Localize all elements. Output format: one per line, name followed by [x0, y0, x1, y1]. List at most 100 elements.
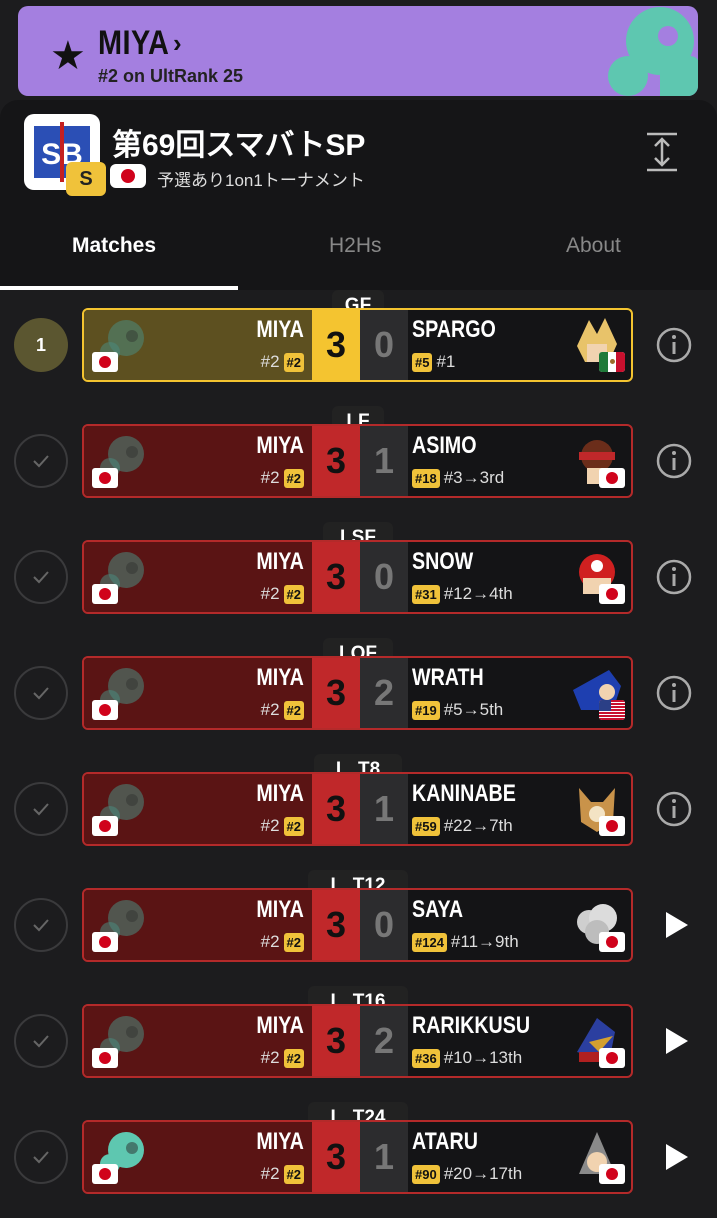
player2-seed: #31 #12→4th [412, 584, 513, 604]
seed-badge: #59 [412, 816, 440, 836]
completed-check-icon [14, 550, 68, 604]
player1-name: MIYA [256, 316, 304, 343]
info-icon[interactable] [656, 327, 692, 363]
player1-rank: #2 [260, 584, 280, 603]
opponent-flag-icon [599, 700, 625, 720]
match-card[interactable]: MIYA #2 #2 3 0 SAYA #124 #11→9th [82, 888, 633, 962]
player2-score: 1 [360, 774, 408, 844]
tab-about[interactable]: About [566, 234, 621, 258]
match-row[interactable]: LSF MIYA #2 #2 3 0 SNOW #31 #12→4th [0, 522, 717, 638]
info-icon[interactable] [656, 675, 692, 711]
player2-seed: #90 #20→17th [412, 1164, 522, 1184]
player1-rank: #2 [260, 1164, 280, 1183]
player2-result: #3→3rd [443, 468, 505, 487]
player2-seed: #59 #22→7th [412, 816, 513, 836]
seed-badge: #36 [412, 1048, 440, 1068]
match-card[interactable]: MIYA #2 #2 3 2 RARIKKUSU #36 #10→13th [82, 1004, 633, 1078]
chevron-right-icon: › [173, 28, 182, 58]
tab-h2hs[interactable]: H2Hs [329, 234, 382, 258]
match-row[interactable]: L. T24 MIYA #2 #2 3 1 ATARU #90 #20→17th [0, 1102, 717, 1218]
japan-flag-icon [92, 352, 118, 372]
player1-panel: MIYA #2 #2 [84, 1122, 312, 1192]
player2-name: KANINABE [412, 780, 516, 807]
player2-seed: #124 #11→9th [412, 932, 519, 952]
star-icon[interactable]: ★ [50, 36, 86, 76]
japan-flag-icon [92, 932, 118, 952]
completed-check-icon [14, 666, 68, 720]
info-icon[interactable] [656, 791, 692, 827]
player2-seed: #19 #5→5th [412, 700, 503, 720]
seed-badge: #19 [412, 700, 440, 720]
player2-seed: #5 #1 [412, 352, 455, 372]
player1-score: 3 [312, 774, 360, 844]
player1-name: MIYA [256, 780, 304, 807]
player2-name: SPARGO [412, 316, 496, 343]
player1-panel: MIYA #2 #2 [84, 890, 312, 960]
player1-name: MIYA [256, 432, 304, 459]
player1-seed: #2 #2 [261, 468, 304, 488]
japan-flag-icon [92, 584, 118, 604]
match-card[interactable]: MIYA #2 #2 3 0 SNOW #31 #12→4th [82, 540, 633, 614]
player1-seed: #2 #2 [261, 700, 304, 720]
status-number: 1 [14, 318, 68, 372]
player2-name: SNOW [412, 548, 474, 575]
player2-score: 1 [360, 426, 408, 496]
match-card[interactable]: MIYA #2 #2 3 1 ATARU #90 #20→17th [82, 1120, 633, 1194]
match-row[interactable]: L. T8 MIYA #2 #2 3 1 KANINABE #59 #22→7th [0, 754, 717, 870]
japan-flag-icon [92, 1164, 118, 1184]
player2-name: ATARU [412, 1128, 478, 1155]
match-card[interactable]: MIYA #2 #2 3 0 SPARGO #5 #1 [82, 308, 633, 382]
seed-badge: #2 [283, 1164, 304, 1184]
player1-score: 3 [312, 1122, 360, 1192]
player1-seed: #2 #2 [261, 352, 304, 372]
player1-panel: MIYA #2 #2 [84, 542, 312, 612]
seed-badge: #18 [412, 468, 440, 488]
match-list: GF 1 MIYA #2 #2 3 0 SPARGO #5 #1 LF MIYA #2 #2 3 1 ASIMO… [0, 290, 717, 1200]
player2-score: 0 [360, 890, 408, 960]
player2-score: 0 [360, 542, 408, 612]
player1-seed: #2 #2 [261, 1048, 304, 1068]
opponent-flag-icon [599, 584, 625, 604]
match-row[interactable]: L. T12 MIYA #2 #2 3 0 SAYA #124 #11→9th [0, 870, 717, 986]
completed-check-icon [14, 1014, 68, 1068]
tournament-title: 第69回スマバトSP [112, 129, 366, 162]
player2-name: ASIMO [412, 432, 477, 459]
opponent-flag-icon [599, 816, 625, 836]
tab-matches[interactable]: Matches [72, 234, 156, 258]
player1-score: 3 [312, 310, 360, 380]
match-card[interactable]: MIYA #2 #2 3 2 WRATH #19 #5→5th [82, 656, 633, 730]
completed-check-icon [14, 782, 68, 836]
player1-seed: #2 #2 [261, 1164, 304, 1184]
seed-badge: #2 [283, 352, 304, 372]
info-icon[interactable] [656, 559, 692, 595]
play-icon[interactable] [664, 1026, 690, 1056]
match-row[interactable]: GF 1 MIYA #2 #2 3 0 SPARGO #5 #1 [0, 290, 717, 406]
match-row[interactable]: LQF MIYA #2 #2 3 2 WRATH #19 #5→5th [0, 638, 717, 754]
player2-score: 2 [360, 658, 408, 728]
player1-panel: MIYA #2 #2 [84, 1006, 312, 1076]
match-card[interactable]: MIYA #2 #2 3 1 ASIMO #18 #3→3rd [82, 424, 633, 498]
info-icon[interactable] [656, 443, 692, 479]
tournament-subtitle: 予選あり1on1トーナメント [157, 171, 365, 190]
opponent-flag-icon [599, 468, 625, 488]
match-row[interactable]: L. T16 MIYA #2 #2 3 2 RARIKKUSU #36 #10→13th [0, 986, 717, 1102]
completed-check-icon [14, 898, 68, 952]
player1-rank: #2 [260, 352, 280, 371]
match-row[interactable]: LF MIYA #2 #2 3 1 ASIMO #18 #3→3rd [0, 406, 717, 522]
play-icon[interactable] [664, 910, 690, 940]
match-card[interactable]: MIYA #2 #2 3 1 KANINABE #59 #22→7th [82, 772, 633, 846]
player2-result: #11→9th [450, 932, 519, 951]
player1-panel: MIYA #2 #2 [84, 426, 312, 496]
opponent-flag-icon [599, 1164, 625, 1184]
player1-score: 3 [312, 426, 360, 496]
seed-badge: #2 [283, 584, 304, 604]
player1-name: MIYA [256, 1012, 304, 1039]
player1-panel: MIYA #2 #2 [84, 774, 312, 844]
seed-badge: #2 [283, 468, 304, 488]
player-banner[interactable]: ★ MIYA › #2 on UltRank 25 [18, 6, 698, 96]
player2-score: 1 [360, 1122, 408, 1192]
expand-icon[interactable] [645, 132, 679, 172]
player2-score: 2 [360, 1006, 408, 1076]
player2-result: #12→4th [443, 584, 513, 603]
play-icon[interactable] [664, 1142, 690, 1172]
